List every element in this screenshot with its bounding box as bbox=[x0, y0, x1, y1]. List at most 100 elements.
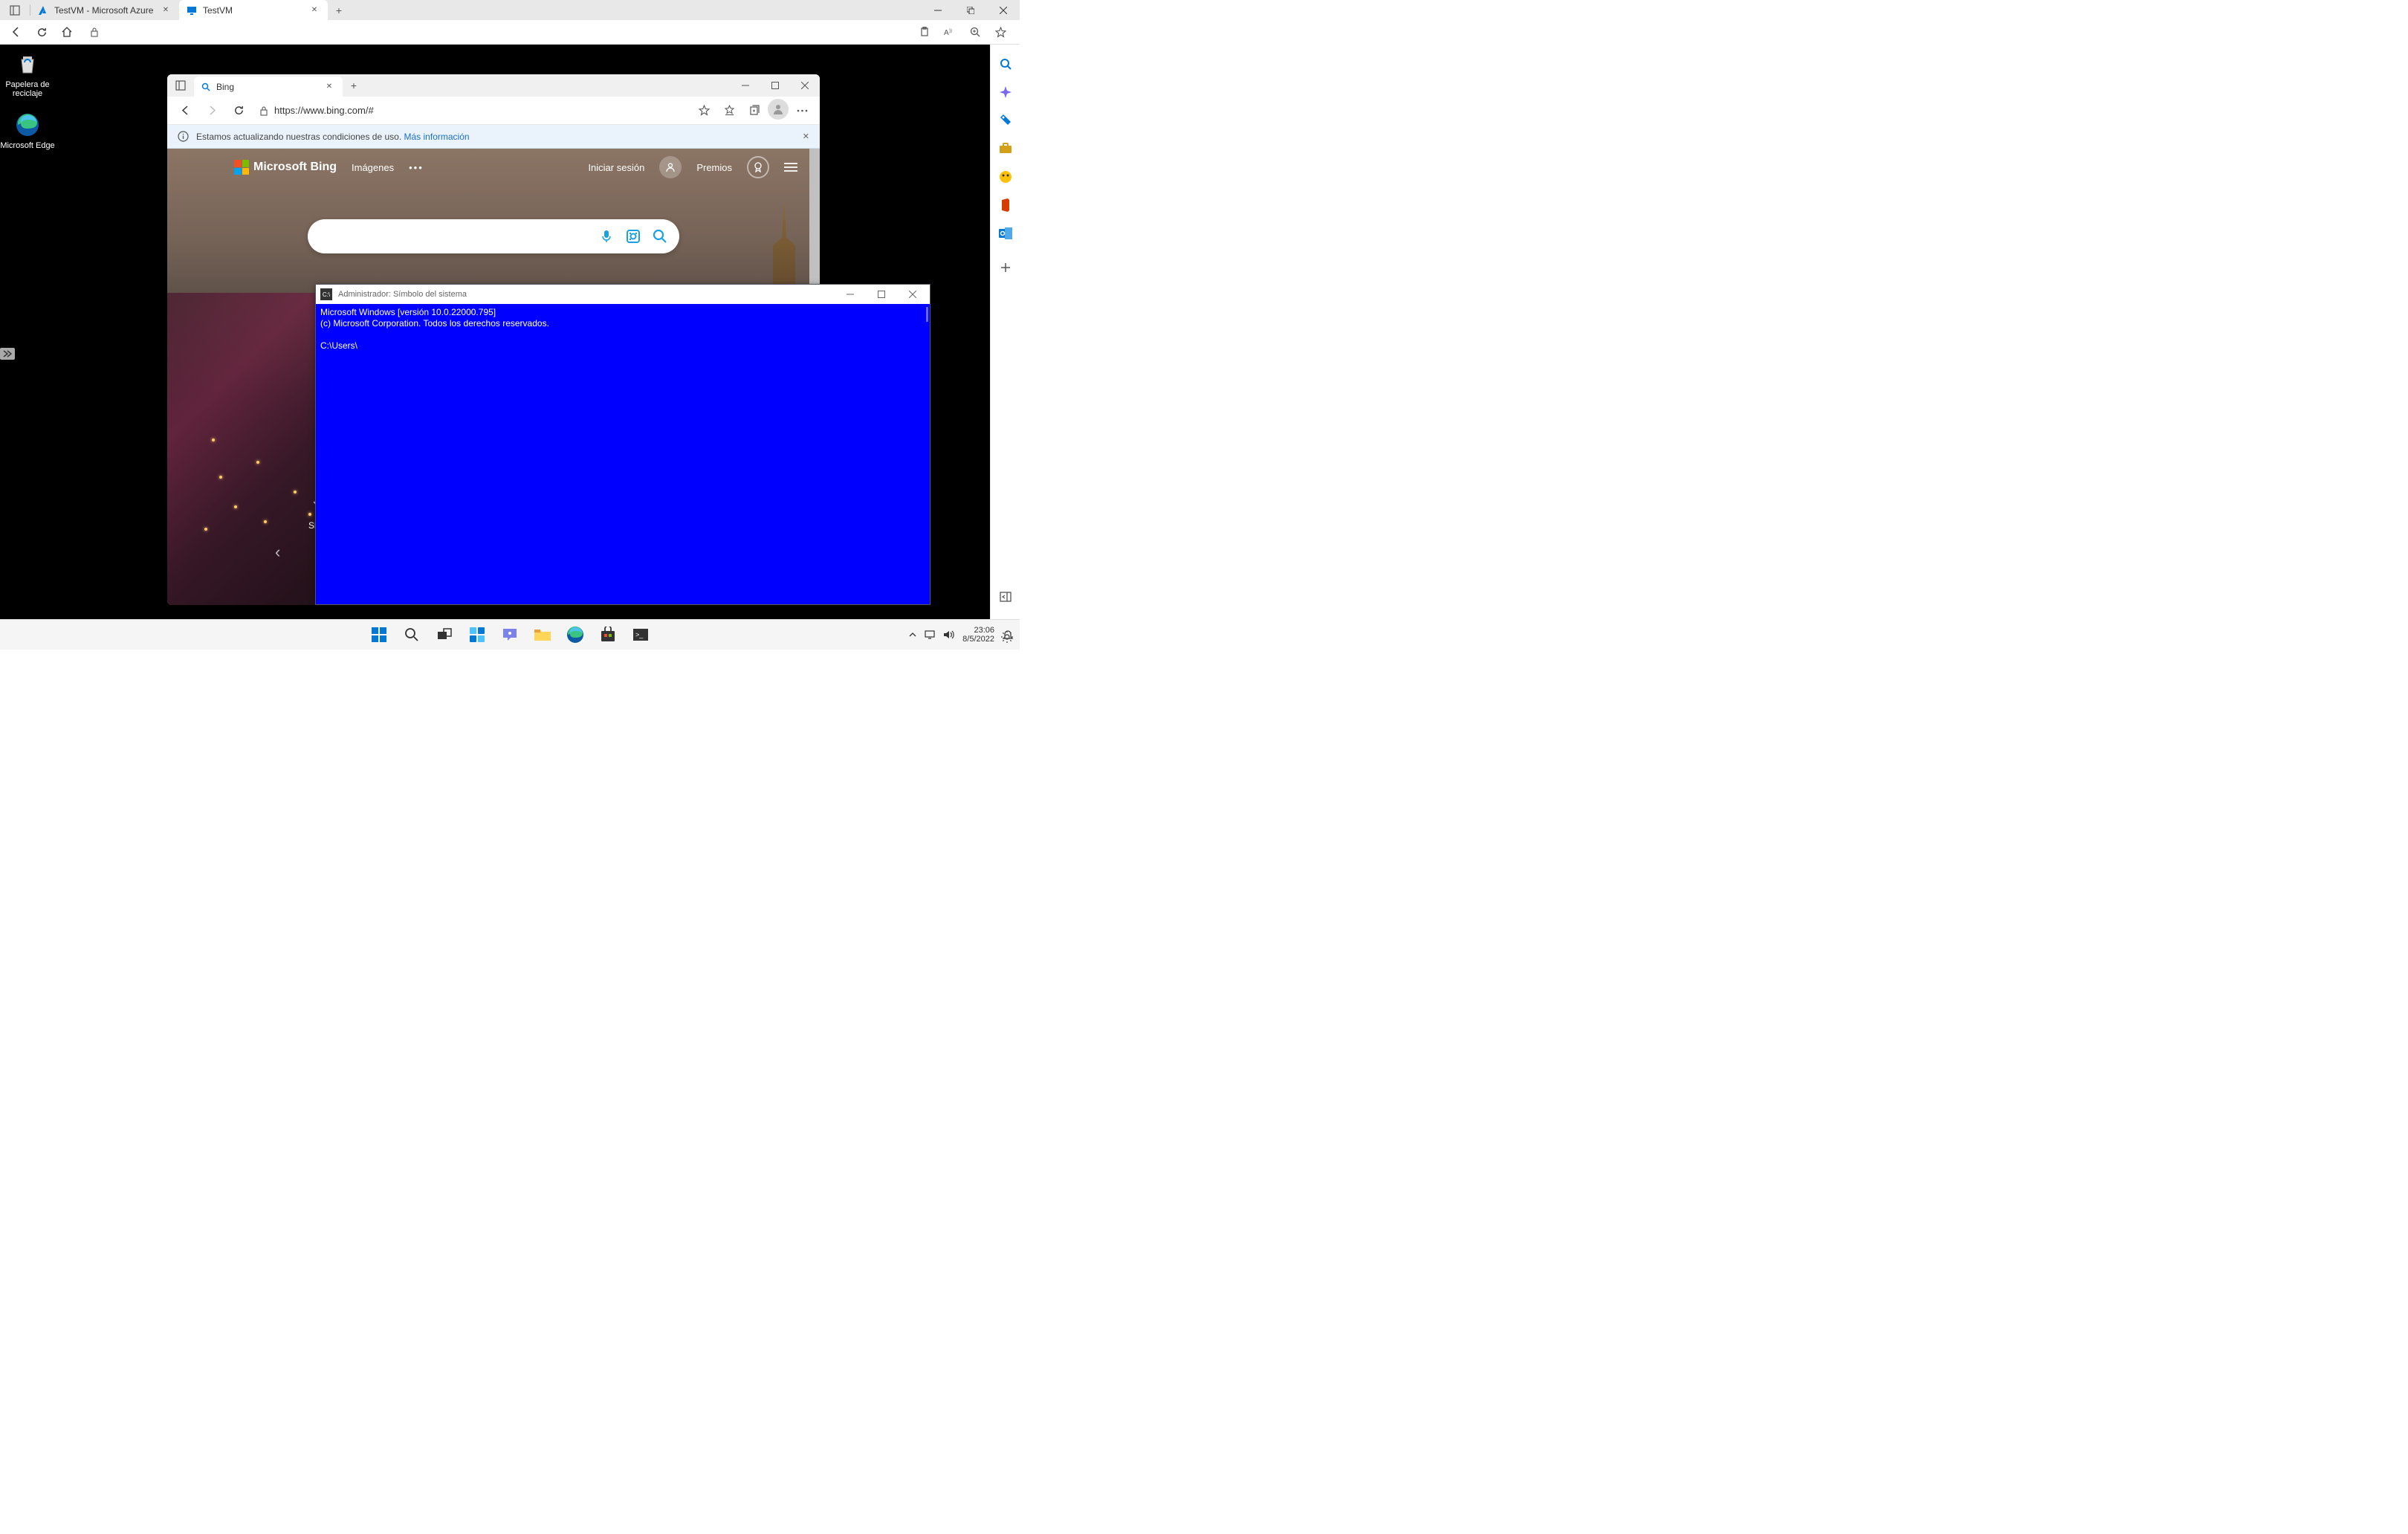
azure-icon bbox=[38, 5, 48, 16]
refresh-button[interactable] bbox=[30, 21, 54, 43]
scrollbar-thumb[interactable] bbox=[809, 149, 820, 290]
scrollbar-thumb[interactable] bbox=[926, 307, 928, 322]
terminal-button[interactable]: >_ bbox=[627, 621, 655, 649]
tab-label: TestVM bbox=[203, 5, 302, 16]
outer-browser-titlebar: TestVM - Microsoft Azure ✕ TestVM ✕ + bbox=[0, 0, 1020, 20]
outer-tab-testvm[interactable]: TestVM ✕ bbox=[179, 0, 328, 20]
outlook-icon[interactable] bbox=[998, 226, 1013, 241]
chat-button[interactable] bbox=[496, 621, 524, 649]
edge-button[interactable] bbox=[561, 621, 589, 649]
cmd-titlebar[interactable]: C:\ Administrador: Símbolo del sistema bbox=[316, 285, 930, 304]
forward-button[interactable] bbox=[200, 99, 224, 123]
url-text: https://www.bing.com/# bbox=[274, 105, 374, 116]
back-button[interactable] bbox=[173, 99, 197, 123]
shopping-icon[interactable] bbox=[998, 113, 1013, 128]
rdp-toolbar-handle[interactable] bbox=[0, 348, 15, 360]
close-icon[interactable]: ✕ bbox=[160, 4, 172, 16]
inner-tab-bing[interactable]: Bing ✕ bbox=[194, 77, 343, 97]
profile-avatar[interactable] bbox=[768, 99, 789, 120]
info-bar: Estamos actualizando nuestras condicione… bbox=[167, 125, 820, 149]
cmd-scrollbar[interactable] bbox=[919, 304, 930, 604]
office-icon[interactable] bbox=[998, 198, 1013, 213]
svg-text:)): )) bbox=[949, 29, 952, 33]
widgets-button[interactable] bbox=[463, 621, 491, 649]
new-tab-button[interactable]: + bbox=[328, 0, 350, 20]
add-sidebar-icon[interactable] bbox=[998, 260, 1013, 275]
volume-icon[interactable] bbox=[943, 630, 955, 640]
edge-label: Microsoft Edge bbox=[0, 141, 55, 150]
copilot-icon[interactable] bbox=[998, 85, 1013, 100]
maximize-button[interactable] bbox=[869, 285, 894, 304]
nav-images[interactable]: Imágenes bbox=[352, 162, 394, 173]
collections-icon[interactable] bbox=[742, 99, 766, 123]
tab-actions-icon[interactable] bbox=[0, 0, 30, 20]
cmd-output[interactable]: Microsoft Windows [versión 10.0.22000.79… bbox=[316, 304, 930, 355]
svg-text:A: A bbox=[944, 29, 949, 37]
task-view-button[interactable] bbox=[430, 621, 459, 649]
image-search-icon[interactable] bbox=[624, 227, 642, 245]
minimize-button[interactable] bbox=[922, 0, 954, 20]
bing-logo[interactable]: Microsoft Bing bbox=[234, 160, 337, 175]
outer-tab-azure[interactable]: TestVM - Microsoft Azure ✕ bbox=[30, 0, 179, 20]
close-icon[interactable]: ✕ bbox=[323, 81, 335, 93]
chevron-left-icon[interactable]: ‹ bbox=[275, 543, 280, 562]
collapse-sidebar-icon[interactable] bbox=[998, 589, 1013, 604]
signin-link[interactable]: Iniciar sesión bbox=[588, 162, 644, 173]
clock[interactable]: 23:06 8/5/2022 bbox=[962, 626, 994, 644]
explorer-button[interactable] bbox=[528, 621, 557, 649]
minimize-button[interactable] bbox=[838, 285, 863, 304]
close-button[interactable] bbox=[900, 285, 925, 304]
inner-address-bar[interactable]: https://www.bing.com/# bbox=[253, 100, 689, 122]
close-button[interactable] bbox=[987, 0, 1020, 20]
more-menu-icon[interactable] bbox=[790, 99, 814, 123]
more-icon[interactable]: ••• bbox=[409, 162, 424, 173]
favorites-icon[interactable] bbox=[988, 21, 1012, 43]
read-aloud-icon[interactable]: A)) bbox=[938, 21, 962, 43]
maximize-button[interactable] bbox=[760, 74, 790, 97]
start-button[interactable] bbox=[365, 621, 393, 649]
rewards-icon[interactable] bbox=[747, 156, 769, 178]
network-icon[interactable] bbox=[924, 630, 936, 640]
recycle-bin-icon[interactable]: Papelera de reciclaje bbox=[0, 51, 55, 98]
zoom-icon[interactable] bbox=[963, 21, 987, 43]
back-button[interactable] bbox=[4, 21, 28, 43]
user-icon[interactable] bbox=[659, 156, 682, 178]
games-icon[interactable] bbox=[998, 169, 1013, 184]
tab-actions-icon[interactable] bbox=[167, 74, 194, 97]
bing-search-box[interactable] bbox=[308, 219, 679, 253]
new-tab-button[interactable]: + bbox=[343, 74, 365, 97]
favorite-star-icon[interactable] bbox=[692, 99, 716, 123]
clock-date: 8/5/2022 bbox=[962, 635, 994, 644]
close-button[interactable] bbox=[790, 74, 820, 97]
minimize-button[interactable] bbox=[731, 74, 760, 97]
lock-icon bbox=[259, 106, 268, 116]
hamburger-icon[interactable] bbox=[784, 162, 797, 172]
info-link[interactable]: Más información bbox=[404, 132, 470, 142]
inner-edge-toolbar: https://www.bing.com/# bbox=[167, 97, 820, 125]
clipboard-icon[interactable] bbox=[913, 21, 936, 43]
chevron-up-icon[interactable] bbox=[909, 632, 916, 638]
tab-label: Bing bbox=[216, 82, 317, 92]
tab-label: TestVM - Microsoft Azure bbox=[54, 5, 154, 16]
home-button[interactable] bbox=[55, 21, 79, 43]
lock-icon bbox=[90, 27, 99, 37]
store-button[interactable] bbox=[594, 621, 622, 649]
search-button[interactable] bbox=[398, 621, 426, 649]
favorites-menu-icon[interactable] bbox=[717, 99, 741, 123]
outer-address-bar[interactable] bbox=[83, 22, 596, 42]
cmd-window: C:\ Administrador: Símbolo del sistema M… bbox=[315, 284, 930, 605]
close-icon[interactable]: ✕ bbox=[308, 4, 320, 16]
voice-search-icon[interactable] bbox=[598, 227, 615, 245]
cmd-icon: C:\ bbox=[320, 288, 332, 300]
search-input[interactable] bbox=[318, 230, 589, 243]
close-icon[interactable]: ✕ bbox=[803, 132, 809, 141]
maximize-button[interactable] bbox=[954, 0, 987, 20]
rewards-link[interactable]: Premios bbox=[696, 162, 732, 173]
tools-icon[interactable] bbox=[998, 141, 1013, 156]
bing-header: Microsoft Bing Imágenes ••• Iniciar sesi… bbox=[167, 152, 809, 183]
search-icon[interactable] bbox=[651, 227, 669, 245]
edge-icon[interactable]: Microsoft Edge bbox=[0, 111, 55, 150]
refresh-button[interactable] bbox=[227, 99, 250, 123]
search-icon[interactable] bbox=[998, 56, 1013, 71]
settings-icon[interactable] bbox=[1000, 630, 1014, 644]
